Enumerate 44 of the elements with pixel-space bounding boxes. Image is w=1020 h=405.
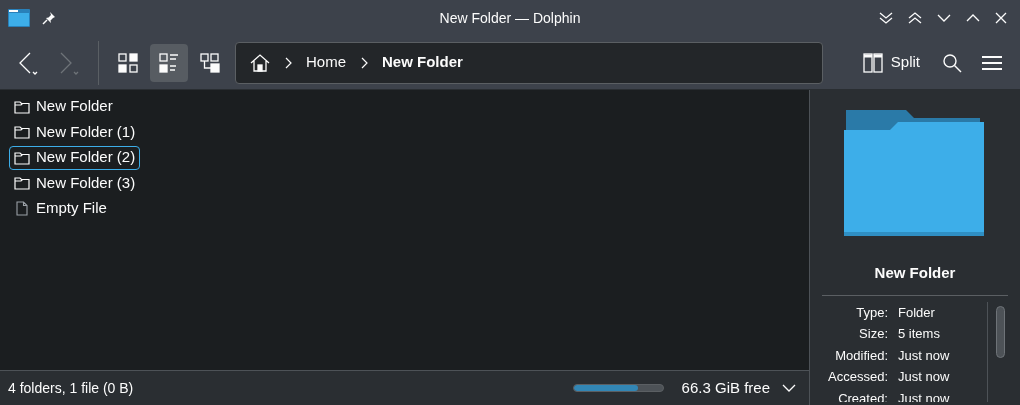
free-space-label: 66.3 GiB free	[681, 377, 770, 398]
keep-below-icon[interactable]	[878, 11, 894, 25]
property-label: Accessed:	[827, 368, 888, 386]
breadcrumb-item[interactable]: Home	[306, 51, 346, 74]
chevron-right-icon	[284, 56, 292, 69]
file-icon	[16, 201, 28, 216]
folder-icon	[14, 150, 30, 165]
grid-icon	[118, 52, 138, 73]
property-value: 5 items	[898, 325, 940, 343]
window-title: New Folder — Dolphin	[439, 8, 581, 28]
property-value: Just now	[898, 346, 950, 364]
folder-icon	[14, 99, 30, 114]
file-item[interactable]: New Folder (2)	[9, 145, 141, 170]
file-item[interactable]: Empty File	[9, 196, 112, 221]
breadcrumb-item[interactable]: New Folder	[382, 51, 463, 74]
list-icon	[159, 52, 179, 73]
menu-icon[interactable]	[982, 54, 1002, 71]
keep-above-icon[interactable]	[907, 11, 923, 25]
details-view-button[interactable]	[150, 43, 188, 82]
property-label: Type:	[855, 303, 888, 321]
close-icon[interactable]	[994, 11, 1008, 25]
folder-app-icon	[8, 9, 30, 27]
folder-icon	[14, 125, 30, 139]
tree-icon	[200, 52, 220, 73]
status-summary: 4 folders, 1 file (0 B)	[8, 378, 134, 398]
folder-icon	[14, 176, 30, 190]
file-item[interactable]: New Folder (1)	[9, 120, 141, 144]
property-label: Size:	[858, 325, 888, 343]
split-button[interactable]: Split	[858, 44, 924, 81]
file-item[interactable]: New Folder	[9, 94, 118, 119]
property-label: Modified:	[834, 346, 888, 364]
file-item[interactable]: New Folder (3)	[9, 171, 141, 195]
scrollbar-handle[interactable]	[996, 305, 1005, 358]
folder-preview-icon	[844, 110, 986, 238]
property-value: Just now	[898, 368, 950, 386]
chevron-right-icon	[360, 56, 368, 69]
chevron-down-icon[interactable]	[782, 384, 796, 392]
location-bar[interactable]: Home New Folder	[235, 41, 823, 84]
property-value: Folder	[898, 303, 935, 321]
home-icon[interactable]	[250, 52, 270, 73]
pin-icon[interactable]	[42, 11, 56, 25]
search-icon[interactable]	[942, 52, 962, 73]
split-view-icon	[862, 52, 883, 73]
info-title: New Folder	[874, 263, 956, 283]
